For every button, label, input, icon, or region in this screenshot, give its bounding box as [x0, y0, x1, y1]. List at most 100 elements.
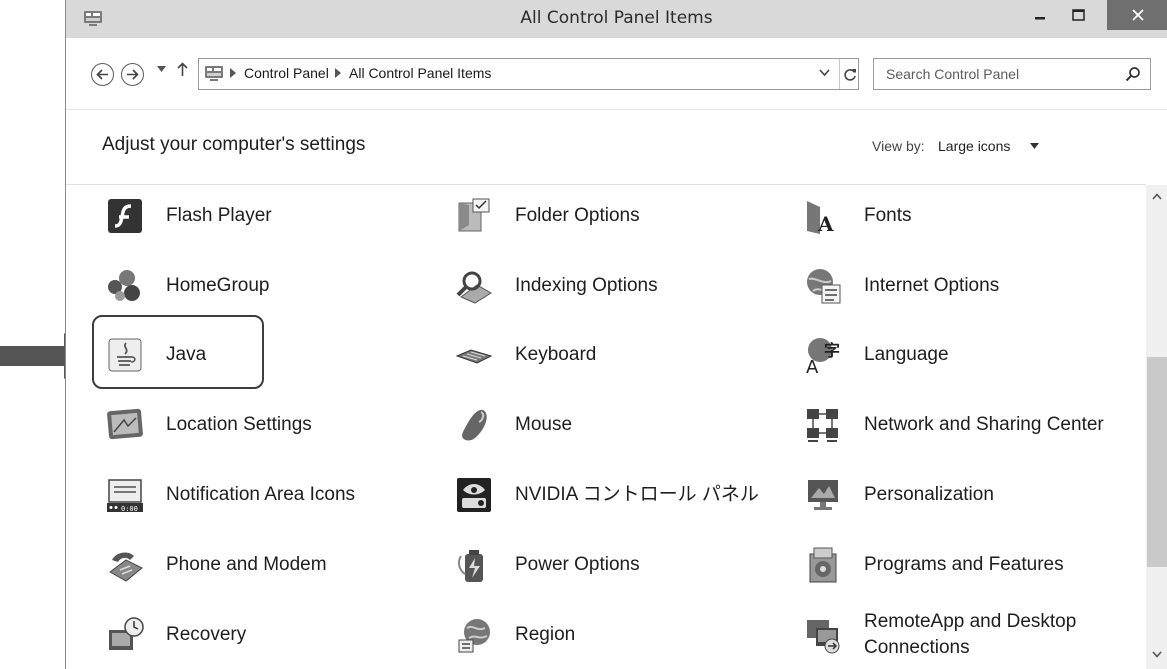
scroll-down-chevron-icon[interactable] — [1152, 651, 1162, 658]
item-recovery[interactable]: Recovery — [106, 604, 436, 666]
svg-text:A: A — [806, 357, 819, 374]
item-label: Location Settings — [166, 414, 312, 435]
fonts-icon: A — [807, 201, 834, 235]
address-history-chevron-icon[interactable] — [819, 69, 830, 77]
screenshot-stage: All Control Panel Items Control Panel Al… — [0, 0, 1167, 669]
item-label: Flash Player — [166, 205, 272, 226]
refresh-button[interactable] — [839, 59, 860, 89]
item-remoteapp[interactable]: RemoteApp and Desktop Connections — [804, 604, 1134, 666]
network-sharing-icon — [807, 409, 838, 442]
item-internet-options[interactable]: Internet Options — [804, 255, 1134, 317]
window-title: All Control Panel Items — [520, 8, 713, 28]
address-bar[interactable]: Control Panel All Control Panel Items — [198, 58, 859, 90]
language-icon: A 字 — [806, 338, 840, 374]
forward-button[interactable] — [121, 63, 144, 86]
scrollbar-thumb[interactable] — [1147, 357, 1167, 567]
item-label: Notification Area Icons — [166, 484, 356, 505]
item-power-options[interactable]: Power Options — [455, 534, 785, 596]
item-label: Keyboard — [515, 344, 597, 365]
item-region[interactable]: Region — [455, 604, 785, 666]
personalization-icon — [808, 480, 838, 510]
item-notification-area-icons[interactable]: 0:00 Notification Area Icons — [106, 464, 436, 526]
recovery-icon — [109, 617, 144, 650]
item-keyboard[interactable]: Keyboard — [455, 324, 785, 386]
item-label: Region — [515, 624, 576, 645]
item-label: HomeGroup — [166, 275, 270, 296]
item-label: Indexing Options — [515, 275, 658, 296]
item-phone-modem[interactable]: Phone and Modem — [106, 534, 436, 596]
indexing-options-icon — [456, 271, 492, 304]
minimize-icon — [1035, 17, 1045, 20]
item-label: Phone and Modem — [166, 554, 327, 575]
svg-text:0:00: 0:00 — [121, 505, 138, 513]
view-by-chevron-down-icon[interactable] — [1030, 143, 1039, 149]
remoteapp-icon — [807, 620, 840, 654]
back-button[interactable] — [91, 63, 114, 86]
breadcrumb-separator-icon[interactable] — [335, 68, 341, 78]
item-label: Programs and Features — [864, 554, 1064, 575]
internet-options-icon — [807, 269, 841, 304]
svg-text:字: 字 — [824, 341, 840, 360]
maximize-icon — [1071, 9, 1085, 21]
recent-locations-chevron-icon[interactable] — [157, 66, 166, 72]
breadcrumb-all-items[interactable]: All Control Panel Items — [349, 65, 491, 81]
title-bar[interactable]: All Control Panel Items — [66, 0, 1167, 38]
mouse-icon — [462, 409, 487, 441]
item-location-settings[interactable]: Location Settings — [106, 394, 436, 456]
control-panel-location-icon — [205, 66, 223, 81]
navigation-bar: Control Panel All Control Panel Items Se… — [66, 38, 1167, 110]
breadcrumb-control-panel[interactable]: Control Panel — [244, 65, 329, 81]
flash-player-icon — [108, 199, 142, 233]
svg-text:A: A — [817, 212, 834, 235]
refresh-icon — [843, 68, 856, 81]
item-nvidia-control-panel[interactable]: NVIDIA コントロール パネル — [455, 464, 785, 526]
programs-features-icon — [809, 547, 837, 583]
item-label: Language — [864, 344, 949, 365]
item-label: NVIDIA コントロール パネル — [515, 484, 759, 505]
vertical-scrollbar[interactable] — [1146, 185, 1167, 669]
item-label: Personalization — [864, 484, 994, 505]
breadcrumb-separator-icon[interactable] — [230, 68, 236, 78]
close-button[interactable] — [1107, 0, 1167, 30]
item-label: Recovery — [166, 624, 247, 645]
java-icon — [108, 338, 142, 372]
item-flash-player[interactable]: Flash Player — [106, 185, 436, 247]
item-folder-options[interactable]: Folder Options — [455, 185, 785, 247]
item-label: Java — [166, 344, 207, 365]
item-network-sharing[interactable]: Network and Sharing Center — [804, 394, 1134, 456]
location-settings-icon — [107, 408, 143, 440]
scroll-up-chevron-icon[interactable] — [1152, 193, 1162, 200]
control-panel-items-grid: Flash Player Folder Options A Fonts Home… — [66, 185, 1146, 669]
region-icon — [458, 619, 490, 653]
item-programs-features[interactable]: Programs and Features — [804, 534, 1134, 596]
item-language[interactable]: A 字 Language — [804, 324, 1134, 386]
item-fonts[interactable]: A Fonts — [804, 185, 1134, 247]
search-field[interactable]: Search Control Panel — [873, 58, 1151, 90]
folder-options-icon — [458, 198, 490, 232]
up-arrow-icon[interactable] — [177, 62, 188, 76]
notification-area-icon: 0:00 — [107, 479, 143, 513]
item-label: Network and Sharing Center — [864, 414, 1104, 435]
view-by-label: View by: — [872, 138, 925, 154]
item-mouse[interactable]: Mouse — [455, 394, 785, 456]
keyboard-icon — [455, 349, 493, 364]
item-java[interactable]: Java — [92, 315, 436, 389]
nvidia-icon — [457, 478, 491, 512]
minimize-button[interactable] — [1021, 0, 1059, 30]
back-arrow-icon — [96, 69, 108, 80]
search-placeholder: Search Control Panel — [886, 66, 1020, 82]
power-options-icon — [457, 550, 483, 582]
item-label: Folder Options — [515, 205, 640, 226]
item-label: Fonts — [864, 205, 912, 226]
item-label: Internet Options — [864, 275, 1000, 296]
item-indexing-options[interactable]: Indexing Options — [455, 255, 785, 317]
maximize-button[interactable] — [1059, 0, 1097, 30]
search-icon[interactable] — [1125, 66, 1141, 82]
item-label: Mouse — [515, 414, 573, 435]
item-homegroup[interactable]: HomeGroup — [106, 255, 436, 317]
item-personalization[interactable]: Personalization — [804, 464, 1134, 526]
view-by-dropdown[interactable]: Large icons — [938, 138, 1010, 154]
control-panel-window: All Control Panel Items Control Panel Al… — [65, 0, 1167, 669]
homegroup-icon — [108, 270, 140, 301]
close-icon — [1131, 9, 1144, 21]
